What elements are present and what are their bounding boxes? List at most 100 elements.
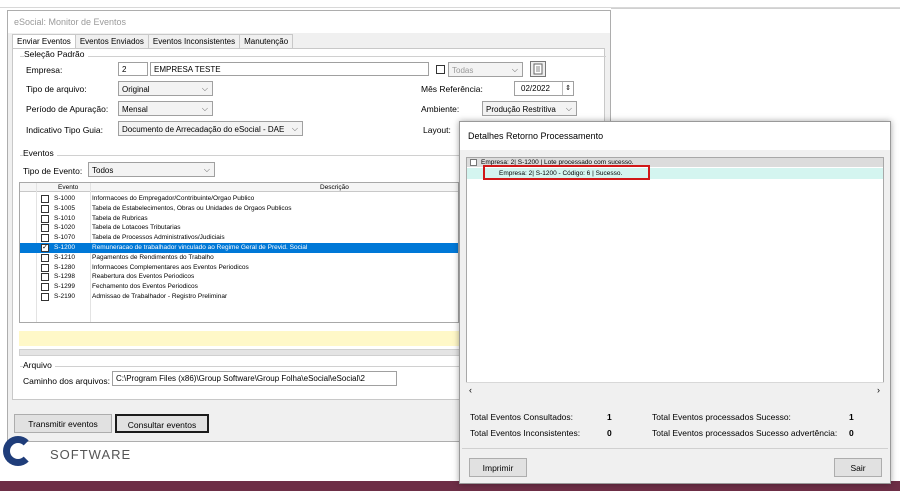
imprimir-button[interactable]: Imprimir <box>469 458 527 477</box>
advertencia-value: 0 <box>849 428 854 438</box>
todas-checkbox[interactable] <box>436 65 445 74</box>
tab-eventos-inconsistentes[interactable]: Eventos Inconsistentes <box>147 34 241 48</box>
advertencia-label: Total Eventos processados Sucesso advert… <box>652 428 838 438</box>
row-checkbox[interactable] <box>41 283 49 292</box>
grid-header: Evento Descrição <box>20 183 458 192</box>
table-row[interactable]: S-1298 Reabertura dos Eventos Periodicos <box>20 272 458 282</box>
row-event-code: S-1299 <box>54 283 75 291</box>
row-event-description: Pagamentos de Rendimentos do Trabalho <box>92 253 214 261</box>
row-checkbox[interactable] <box>41 263 49 272</box>
horizontal-scrollbar[interactable]: ‹ › <box>466 382 884 397</box>
row-checkbox[interactable] <box>41 204 49 213</box>
row-event-code: S-1298 <box>54 273 75 281</box>
selecao-group-title: Seleção Padrão <box>24 49 88 59</box>
chevron-down-icon: ⌵ <box>201 104 208 113</box>
row-event-code: S-1020 <box>54 224 75 232</box>
table-row[interactable]: S-1020 Tabela de Lotacoes Tributarias <box>20 223 458 233</box>
arquivo-group-title: Arquivo <box>23 360 55 370</box>
row-checkbox[interactable] <box>41 234 49 243</box>
eventos-grid: Evento Descrição S-1000 Informacoes do Em… <box>19 182 459 323</box>
col-descricao-header[interactable]: Descrição <box>320 184 349 191</box>
table-row[interactable]: S-1010 Tabela de Rubricas <box>20 214 458 224</box>
scroll-right-icon[interactable]: › <box>877 385 880 395</box>
consultados-label: Total Eventos Consultados: <box>470 412 574 422</box>
col-evento-header[interactable]: Evento <box>58 184 78 191</box>
table-row[interactable]: S-1000 Informacoes do Empregador/Contribu… <box>20 194 458 204</box>
row-event-code: S-1210 <box>54 253 75 261</box>
tipo-arquivo-select[interactable]: Original ⌵ <box>118 81 213 96</box>
tab-strip: Enviar Eventos Eventos Enviados Eventos In… <box>12 34 294 49</box>
tab-enviar-eventos[interactable]: Enviar Eventos <box>12 34 76 49</box>
periodo-value: Mensal <box>122 105 148 114</box>
ambiente-select[interactable]: Produção Restritiva ⌵ <box>482 101 577 116</box>
sair-button[interactable]: Sair <box>834 458 882 477</box>
table-row[interactable]: S-1005 Tabela de Estabelecimentos, Obras … <box>20 204 458 214</box>
row-event-description: Tabela de Rubricas <box>92 214 148 222</box>
row-checkbox[interactable] <box>41 273 49 282</box>
row-event-code: S-1000 <box>54 195 75 202</box>
dialog-title: Detalhes Retorno Processamento <box>460 122 890 150</box>
row-event-description: Tabela de Processos Administrativos/Judi… <box>92 234 225 242</box>
scroll-left-icon[interactable]: ‹ <box>469 385 472 395</box>
row-event-description: Informacoes do Empregador/Contribuinte/O… <box>92 195 255 202</box>
sucesso-value: 1 <box>849 412 854 422</box>
row-event-description: Tabela de Estabelecimentos, Obras ou Uni… <box>92 204 292 212</box>
grid-footer-row <box>19 331 460 346</box>
row-event-description: Tabela de Lotacoes Tributarias <box>92 224 181 232</box>
table-row[interactable]: ✓ S-1200 Remuneracao de trabalhador vincul… <box>20 243 458 253</box>
arquivo-group-line <box>20 366 460 367</box>
table-row[interactable]: S-1210 Pagamentos de Rendimentos do Traba… <box>20 253 458 263</box>
layout-label: Layout: <box>423 125 451 135</box>
tipo-evento-select[interactable]: Todos ⌵ <box>88 162 215 177</box>
eventos-group-title: Eventos <box>23 148 57 158</box>
row-checkbox[interactable] <box>41 214 49 223</box>
row-checkbox[interactable] <box>41 195 49 203</box>
row-event-code: S-1070 <box>54 234 75 242</box>
table-row[interactable]: S-1280 Informacoes Complementares aos Eve… <box>20 263 458 273</box>
todas-label: Todas <box>452 66 474 75</box>
retorno-tree: Empresa: 2| S-1200 | Lote processado com… <box>466 157 884 397</box>
empresa-code-input[interactable]: 2 <box>118 62 148 76</box>
empresa-name-input[interactable]: EMPRESA TESTE <box>150 62 429 76</box>
eventos-group-line <box>20 155 460 156</box>
periodo-label: Período de Apuração: <box>26 104 109 114</box>
row-checkbox[interactable] <box>41 253 49 262</box>
tab-eventos-enviados[interactable]: Eventos Enviados <box>74 34 149 48</box>
table-row[interactable]: S-1299 Fechamento dos Eventos Periodicos <box>20 282 458 292</box>
chevron-down-icon: ⌵ <box>291 124 298 133</box>
table-row[interactable]: S-2190 Admissao de Trabalhador - Registro… <box>20 292 458 302</box>
row-checkbox[interactable]: ✓ <box>41 244 49 252</box>
caminho-label: Caminho dos arquivos: <box>23 376 110 386</box>
brand-name: SOFTWARE <box>50 447 132 462</box>
calendar-icon[interactable] <box>530 61 546 77</box>
grid-scroll-strip[interactable] <box>19 349 460 356</box>
indicativo-select[interactable]: Documento de Arrecadação do eSocial - DA… <box>118 121 303 136</box>
row-checkbox[interactable] <box>41 224 49 233</box>
tipo-arquivo-label: Tipo de arquivo: <box>26 84 87 94</box>
spinner-icon[interactable]: ⇕ <box>562 82 573 95</box>
table-row[interactable]: S-1070 Tabela de Processos Administrativo… <box>20 233 458 243</box>
inconsistentes-label: Total Eventos Inconsistentes: <box>470 428 581 438</box>
consultar-eventos-button[interactable]: Consultar eventos <box>115 414 209 433</box>
row-event-code: S-2190 <box>54 293 75 300</box>
row-event-description: Remuneracao de trabalhador vinculado ao … <box>92 244 308 251</box>
sucesso-label: Total Eventos processados Sucesso: <box>652 412 791 422</box>
caminho-input[interactable]: C:\Program Files (x86)\Group Software\Gr… <box>112 371 397 386</box>
transmitir-eventos-button[interactable]: Transmitir eventos <box>14 414 112 433</box>
row-event-description: Fechamento dos Eventos Periodicos <box>92 283 198 291</box>
indicativo-value: Documento de Arrecadação do eSocial - DA… <box>122 125 285 134</box>
window-title: eSocial: Monitor de Eventos <box>8 11 610 33</box>
chevron-down-icon: ⌵ <box>201 84 208 93</box>
todas-select[interactable]: Todas ⌵ <box>448 62 523 77</box>
mes-referencia-label: Mês Referência: <box>421 84 483 94</box>
top-border <box>0 0 900 8</box>
row-checkbox[interactable] <box>41 293 49 301</box>
periodo-select[interactable]: Mensal ⌵ <box>118 101 213 116</box>
collapse-icon[interactable] <box>470 159 477 166</box>
highlight-box <box>483 165 650 180</box>
company-logo-icon <box>3 436 33 466</box>
chevron-down-icon: ⌵ <box>565 104 572 113</box>
background-divider <box>611 8 900 9</box>
tab-manutencao[interactable]: Manutenção <box>239 34 294 48</box>
ambiente-label: Ambiente: <box>421 104 460 114</box>
